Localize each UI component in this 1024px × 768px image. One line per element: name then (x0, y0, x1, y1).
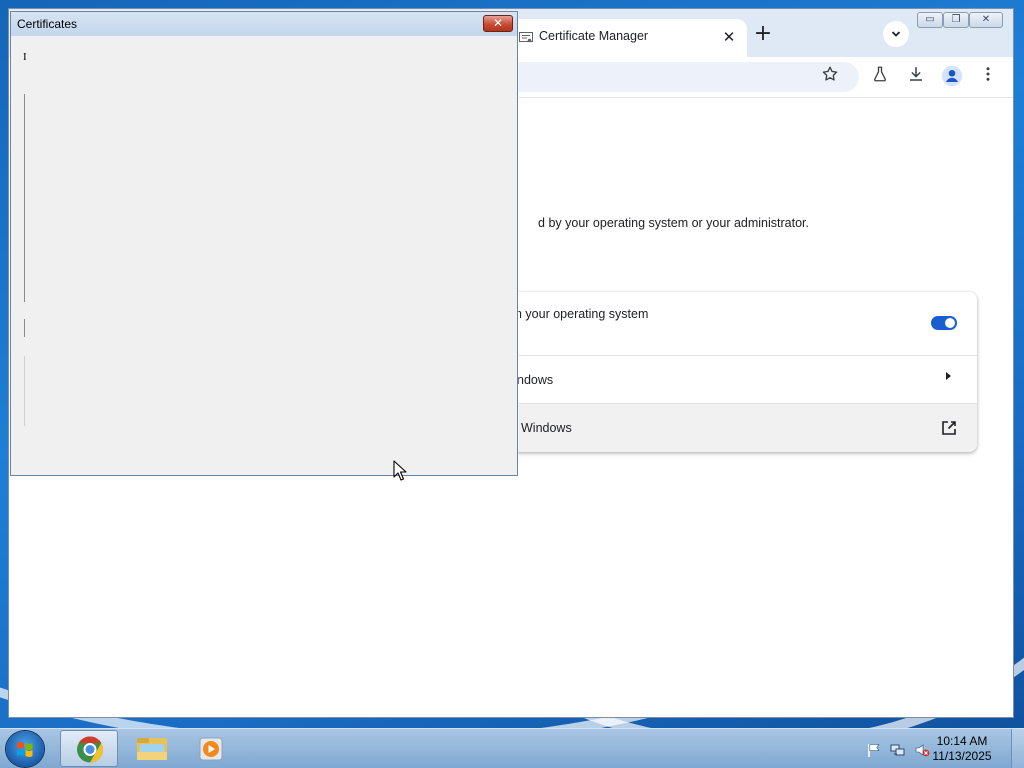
dialog-title: Certificates (17, 17, 78, 31)
start-button[interactable] (6, 731, 44, 767)
star-icon[interactable] (818, 65, 842, 89)
certificate-icon (519, 32, 533, 44)
window-close-button[interactable]: ✕ (969, 12, 1003, 28)
chevron-down-icon (891, 31, 901, 37)
tab-certificate-manager[interactable]: Certificate Manager ✕ (509, 19, 747, 57)
new-tab-button[interactable]: + (750, 21, 776, 47)
taskbar-media-player-button[interactable] (182, 730, 240, 767)
mouse-cursor-icon (393, 460, 407, 481)
desktop: Certificate Manager ✕ + ▭ ❐ ✕ d by your … (0, 0, 1024, 768)
show-desktop-button[interactable] (1011, 729, 1024, 768)
taskbar-chrome-button[interactable] (60, 730, 118, 767)
certificates-dialog: Certificates ✕ I (10, 11, 518, 476)
manage-windows-label: ndows (517, 373, 554, 387)
dialog-close-button[interactable]: ✕ (483, 15, 513, 32)
flag-icon[interactable] (866, 742, 882, 758)
windows-external-label: Windows (521, 421, 572, 435)
taskbar-explorer-button[interactable] (122, 730, 180, 767)
list-border-left (24, 356, 25, 426)
minimize-button[interactable]: ▭ (917, 12, 943, 28)
restore-button[interactable]: ❐ (943, 12, 969, 28)
list-border-left (24, 319, 25, 337)
download-icon[interactable] (904, 65, 928, 89)
use-os-certificates-label: n your operating system (515, 307, 649, 321)
windows-logo-icon (17, 742, 33, 757)
clock-date: 11/13/2025 (932, 749, 992, 763)
taskbar: 10:14 AM 11/13/2025 (0, 728, 1024, 768)
explorer-icon (137, 738, 167, 760)
clock[interactable]: 10:14 AM 11/13/2025 (922, 734, 1002, 764)
chrome-icon (77, 736, 104, 763)
profile-icon[interactable] (940, 65, 964, 89)
dialog-label: I (23, 51, 27, 63)
use-os-certificates-toggle[interactable] (931, 316, 957, 330)
clock-time: 10:14 AM (936, 734, 988, 748)
toggle-knob (945, 318, 955, 328)
tab-title: Certificate Manager (539, 29, 649, 43)
more-vert-icon[interactable] (976, 65, 1000, 89)
dialog-body: I (11, 36, 517, 475)
arrow-right-icon (946, 372, 951, 380)
labs-flask-icon[interactable] (868, 65, 892, 89)
open-in-new-icon (942, 421, 956, 435)
dialog-titlebar[interactable]: Certificates ✕ (11, 12, 517, 36)
network-icon[interactable] (890, 742, 906, 758)
tab-close-icon[interactable]: ✕ (719, 27, 739, 47)
list-border-left (24, 94, 25, 302)
media-player-icon (199, 737, 223, 761)
tab-search-button[interactable] (883, 21, 909, 47)
